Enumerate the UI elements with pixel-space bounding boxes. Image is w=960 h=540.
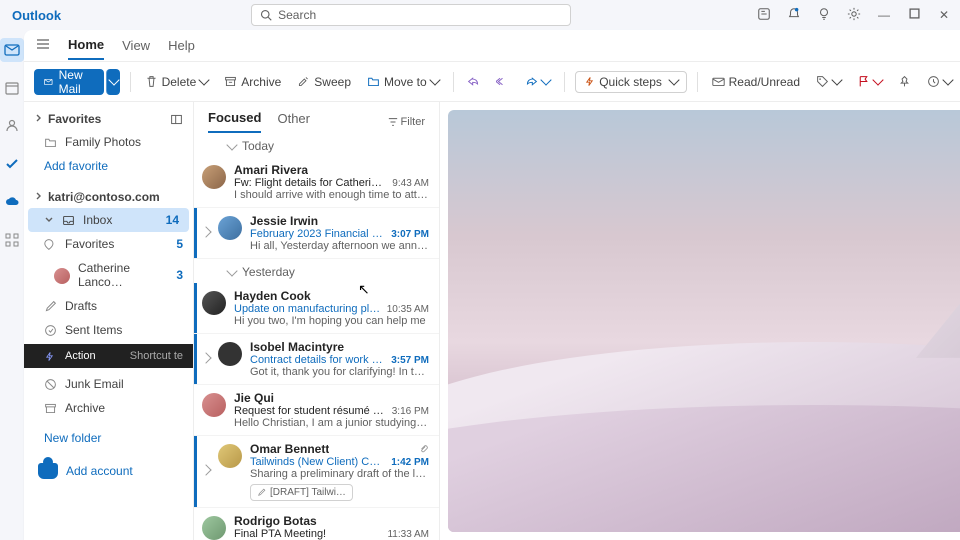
- reading-pane-background: [448, 110, 960, 532]
- forward-button[interactable]: [521, 73, 554, 90]
- nav-family-photos[interactable]: Family Photos: [24, 130, 193, 154]
- avatar: [218, 216, 242, 240]
- reply-button[interactable]: [463, 73, 484, 90]
- group-yesterday[interactable]: Yesterday: [194, 259, 439, 283]
- sweep-button[interactable]: Sweep: [293, 73, 355, 91]
- message-item[interactable]: Amari Rivera Fw: Flight details for Cath…: [194, 157, 439, 208]
- divider: [564, 72, 565, 92]
- snooze-button[interactable]: [923, 73, 956, 90]
- app-brand: Outlook: [8, 8, 61, 23]
- folder-nav: Favorites Family Photos Add favorite kat…: [24, 102, 194, 540]
- message-item[interactable]: Jessie Irwin February 2023 Financial Res…: [194, 208, 439, 259]
- quicksteps-button[interactable]: Quick steps: [575, 71, 687, 93]
- new-folder-link[interactable]: New folder: [24, 426, 193, 450]
- reading-pane: [440, 102, 960, 540]
- menubar: Home View Help: [24, 30, 960, 62]
- panel-icon[interactable]: [170, 113, 183, 126]
- rail-calendar[interactable]: [0, 76, 24, 100]
- avatar: [202, 291, 226, 315]
- search-input[interactable]: Search: [251, 4, 571, 26]
- expand-icon[interactable]: [200, 226, 211, 237]
- divider: [130, 72, 131, 92]
- tab-help[interactable]: Help: [168, 32, 195, 59]
- search-icon: [260, 9, 272, 21]
- tag-button[interactable]: [812, 73, 845, 90]
- whatsnew-icon[interactable]: [756, 7, 772, 24]
- nav-archive[interactable]: Archive: [24, 396, 193, 420]
- draft-chip[interactable]: [DRAFT] Tailwi…: [250, 484, 353, 501]
- divider: [697, 72, 698, 92]
- notifications-icon[interactable]: [786, 7, 802, 24]
- readunread-button[interactable]: Read/Unread: [708, 73, 804, 91]
- new-mail-dropdown[interactable]: [106, 69, 120, 95]
- message-item[interactable]: Jie Qui Request for student résumé revie…: [194, 385, 439, 436]
- tab-home[interactable]: Home: [68, 31, 104, 60]
- message-item[interactable]: Hayden Cook Update on manufacturing plan…: [194, 283, 439, 334]
- avatar: [202, 516, 226, 540]
- close-button[interactable]: ✕: [936, 8, 952, 22]
- nav-favorites-folder[interactable]: Favorites5: [24, 232, 193, 256]
- message-item[interactable]: Omar Bennett Tailwinds (New Client) Cont…: [194, 436, 439, 508]
- rail-mail[interactable]: [0, 38, 24, 62]
- settings-icon[interactable]: [846, 7, 862, 24]
- nav-catherine[interactable]: Catherine Lanco…3: [24, 256, 193, 294]
- rail-cloud[interactable]: [0, 190, 24, 214]
- maximize-button[interactable]: [906, 8, 922, 22]
- app-rail: [0, 30, 24, 540]
- nav-inbox[interactable]: Inbox14: [28, 208, 189, 232]
- nav-action-row[interactable]: ActionShortcut te: [24, 344, 193, 368]
- flag-button[interactable]: [853, 73, 886, 90]
- avatar: [218, 444, 242, 468]
- archive-button[interactable]: Archive: [220, 73, 285, 91]
- list-header: Focused Other Filter: [194, 102, 439, 133]
- nav-junk[interactable]: Junk Email: [24, 372, 193, 396]
- new-mail-button[interactable]: New Mail: [34, 69, 104, 95]
- pin-button[interactable]: [894, 73, 915, 90]
- filter-button[interactable]: Filter: [388, 116, 425, 128]
- message-list: Focused Other Filter Today Amari Rivera …: [194, 102, 440, 540]
- attachment-icon: [419, 444, 429, 454]
- ribbon: New Mail Delete Archive Sweep Move to Qu…: [24, 62, 960, 102]
- message-item[interactable]: Rodrigo Botas Final PTA Meeting!11:33 AM: [194, 508, 439, 540]
- delete-button[interactable]: Delete: [141, 73, 213, 91]
- tips-icon[interactable]: [816, 7, 832, 24]
- titlebar: Outlook Search — ✕: [0, 0, 960, 30]
- window-controls: — ✕: [756, 7, 952, 24]
- rail-apps[interactable]: [0, 228, 24, 252]
- expand-icon[interactable]: [200, 352, 211, 363]
- hamburger-button[interactable]: [36, 37, 50, 54]
- add-account-link[interactable]: Add account: [24, 458, 193, 484]
- group-today[interactable]: Today: [194, 133, 439, 157]
- rail-people[interactable]: [0, 114, 24, 138]
- favorites-header[interactable]: Favorites: [24, 108, 193, 130]
- expand-icon[interactable]: [200, 464, 211, 475]
- divider: [453, 72, 454, 92]
- rail-todo[interactable]: [0, 152, 24, 176]
- tab-other[interactable]: Other: [277, 111, 310, 132]
- replyall-button[interactable]: [492, 73, 513, 90]
- search-placeholder: Search: [278, 8, 316, 22]
- add-favorite-link[interactable]: Add favorite: [24, 154, 193, 178]
- avatar: [202, 165, 226, 189]
- message-item[interactable]: Isobel Macintyre Contract details for wo…: [194, 334, 439, 385]
- avatar: [218, 342, 242, 366]
- tab-focused[interactable]: Focused: [208, 110, 261, 133]
- nav-drafts[interactable]: Drafts: [24, 294, 193, 318]
- avatar: [202, 393, 226, 417]
- nav-sent[interactable]: Sent Items: [24, 318, 193, 342]
- moveto-button[interactable]: Move to: [363, 73, 443, 91]
- account-header[interactable]: katri@contoso.com: [24, 186, 193, 208]
- tab-view[interactable]: View: [122, 32, 150, 59]
- minimize-button[interactable]: —: [876, 8, 892, 22]
